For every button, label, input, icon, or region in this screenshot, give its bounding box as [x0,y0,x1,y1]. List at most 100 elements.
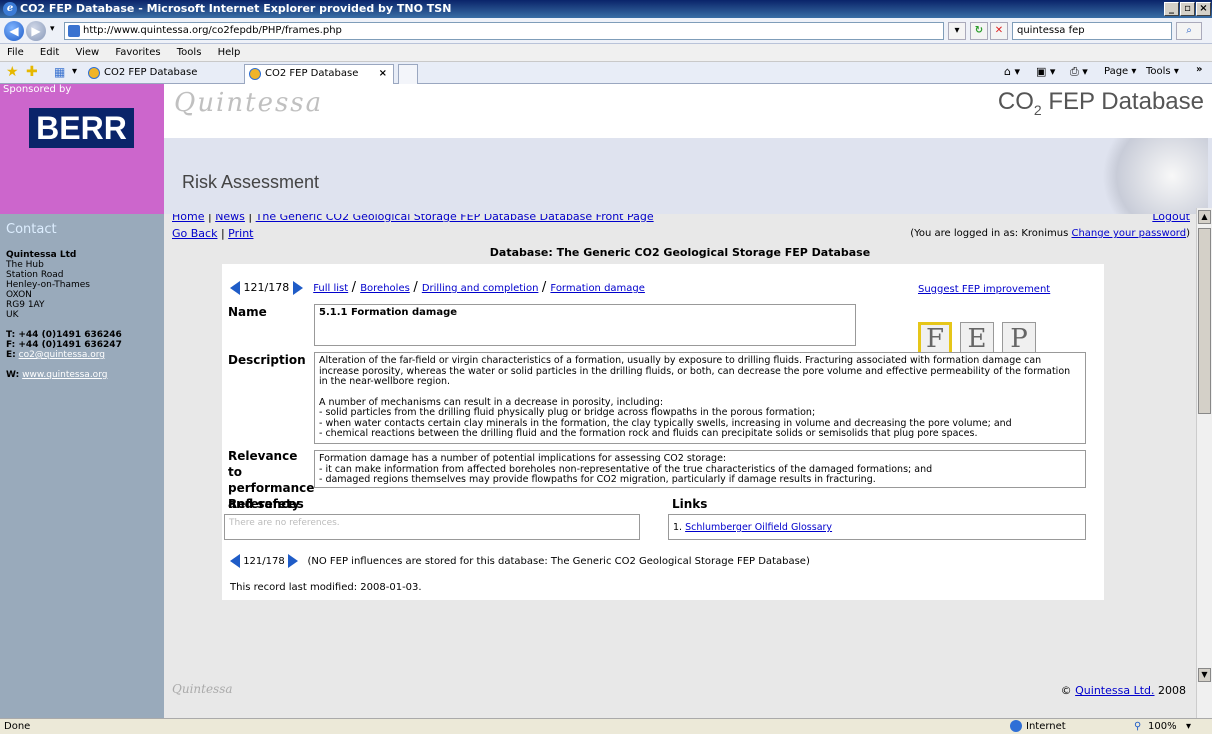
previous-record-icon[interactable] [230,281,240,295]
address-dropdown-button[interactable]: ▾ [948,22,966,40]
new-tab-button[interactable] [398,64,418,84]
menu-favorites[interactable]: Favorites [115,47,160,58]
menu-tools[interactable]: Tools [177,47,202,58]
vertical-scrollbar[interactable]: ▲ ▼ [1196,208,1212,718]
contact-heading: Contact [6,222,57,237]
logout-link[interactable]: Logout [1152,214,1190,223]
previous-record-icon[interactable] [230,554,240,568]
quintessa-link[interactable]: Quintessa Ltd. [1075,684,1154,697]
menu-help[interactable]: Help [218,47,241,58]
contact-sidebar: Contact Quintessa Ltd The Hub Station Ro… [0,214,164,718]
add-favorite-icon[interactable]: ✚ [26,64,38,80]
references-label: References [228,497,304,511]
quintessa-logo[interactable]: Quintessa [174,88,323,118]
fep-e-icon[interactable]: E [960,322,994,356]
scroll-up-icon[interactable]: ▲ [1198,210,1211,224]
secondary-nav: Go Back | Print [172,227,254,240]
search-icon[interactable]: ⌕ [1176,22,1202,40]
globe-graphic [1088,138,1208,214]
news-link[interactable]: News [215,214,245,223]
stop-icon[interactable]: ✕ [990,22,1008,40]
breadcrumb-boreholes[interactable]: Boreholes [360,283,410,294]
close-window-button[interactable]: × [1196,2,1211,16]
name-label: Name [228,305,267,319]
telephone: T: +44 (0)1491 636246 [6,330,122,340]
sponsor-panel: Sponsored by BERR [0,84,164,214]
top-nav: Home | News | The Generic CO2 Geological… [172,214,654,223]
record-position: 121/178 [243,281,290,294]
refresh-icon[interactable]: ↻ [970,22,988,40]
main-content: Home | News | The Generic CO2 Geological… [164,214,1196,718]
print-link[interactable]: Print [228,227,253,240]
window-title: CO2 FEP Database - Microsoft Internet Ex… [20,2,452,15]
tools-menu[interactable]: Tools ▾ [1146,66,1179,77]
footer-logo: Quintessa [172,682,233,696]
berr-logo[interactable]: BERR [29,108,134,148]
menu-view[interactable]: View [75,47,99,58]
influences-note: (NO FEP influences are stored for this d… [307,556,810,567]
login-status: (You are logged in as: Kronimus Change y… [910,228,1190,239]
menu-bar: File Edit View Favorites Tools Help [0,44,1212,62]
contact-address: Quintessa Ltd The Hub Station Road Henle… [6,250,122,380]
record-position: 121/178 [243,556,285,567]
address-url: http://www.quintessa.org/co2fepdb/PHP/fr… [83,25,342,36]
ie-logo-icon: e [3,2,17,16]
fep-p-icon[interactable]: P [1002,322,1036,356]
toolbar-overflow-icon[interactable]: » [1196,64,1202,75]
links-label: Links [672,497,708,511]
scroll-down-icon[interactable]: ▼ [1198,668,1211,682]
home-icon[interactable]: ⌂ ▾ [1004,65,1020,78]
page-menu[interactable]: Page ▾ [1104,66,1136,77]
breadcrumb-full-list[interactable]: Full list [313,283,348,294]
footer-copyright: © Quintessa Ltd. 2008 [1060,684,1186,697]
zoom-icon[interactable]: ⚲ [1134,719,1141,734]
back-icon[interactable]: ◀ [4,21,24,41]
ie-tab-icon [249,68,261,80]
front-page-link[interactable]: The Generic CO2 Geological Storage FEP D… [256,214,654,223]
maximize-button[interactable]: ▫ [1180,2,1195,16]
menu-file[interactable]: File [7,47,24,58]
status-bar: Done Internet ⚲ 100% ▾ [0,718,1212,734]
internet-zone-icon [1010,720,1022,732]
email-link[interactable]: co2@quintessa.org [19,350,105,360]
print-icon[interactable]: ⎙ ▾ [1070,65,1088,79]
home-link[interactable]: Home [172,214,204,223]
suggest-improvement-link[interactable]: Suggest FEP improvement [918,284,1050,295]
ie-tab-icon [88,67,100,79]
scroll-thumb[interactable] [1198,228,1211,414]
tab-label: CO2 FEP Database [104,67,198,78]
status-text: Done [4,721,31,732]
page-icon [68,25,80,37]
search-input[interactable]: quintessa fep [1012,22,1172,40]
next-record-icon[interactable] [292,281,303,295]
record-navigation-bottom: 121/178 (NO FEP influences are stored fo… [230,554,810,568]
change-password-link[interactable]: Change your password [1071,228,1186,239]
next-record-icon[interactable] [287,554,298,568]
breadcrumb-drilling[interactable]: Drilling and completion [422,283,539,294]
tab-bar: ★ ✚ ▦ ▾ CO2 FEP Database CO2 FEP Databas… [0,62,1212,84]
zoom-dropdown-icon[interactable]: ▾ [1186,719,1191,734]
header-band [164,138,1212,214]
website-link[interactable]: www.quintessa.org [22,370,107,380]
menu-edit[interactable]: Edit [40,47,59,58]
zoom-level[interactable]: 100% [1148,719,1177,734]
tab-list-dropdown-icon[interactable]: ▾ [72,66,77,77]
schlumberger-glossary-link[interactable]: Schlumberger Oilfield Glossary [685,522,832,533]
forward-icon[interactable]: ▶ [26,21,46,41]
minimize-button[interactable]: _ [1164,2,1179,16]
favorites-star-icon[interactable]: ★ [6,64,19,80]
breadcrumb-formation-damage[interactable]: Formation damage [550,283,645,294]
address-input[interactable]: http://www.quintessa.org/co2fepdb/PHP/fr… [64,22,944,40]
address-toolbar: ◀ ▶ ▾ http://www.quintessa.org/co2fepdb/… [0,18,1212,44]
tab-co2-fep-1[interactable]: CO2 FEP Database [84,64,234,84]
links-list: 1. Schlumberger Oilfield Glossary [668,514,1086,540]
history-dropdown-icon[interactable]: ▾ [50,24,55,34]
feeds-icon[interactable]: ▣ ▾ [1036,65,1055,78]
quick-tabs-icon[interactable]: ▦ [54,65,65,79]
close-tab-icon[interactable]: × [379,65,387,83]
window-titlebar: e CO2 FEP Database - Microsoft Internet … [0,0,1212,18]
tab-co2-fep-2[interactable]: CO2 FEP Database × [244,64,394,84]
go-back-link[interactable]: Go Back [172,227,217,240]
site-title: CO2 FEP Database [997,88,1204,118]
fep-f-icon[interactable]: F [918,322,952,356]
